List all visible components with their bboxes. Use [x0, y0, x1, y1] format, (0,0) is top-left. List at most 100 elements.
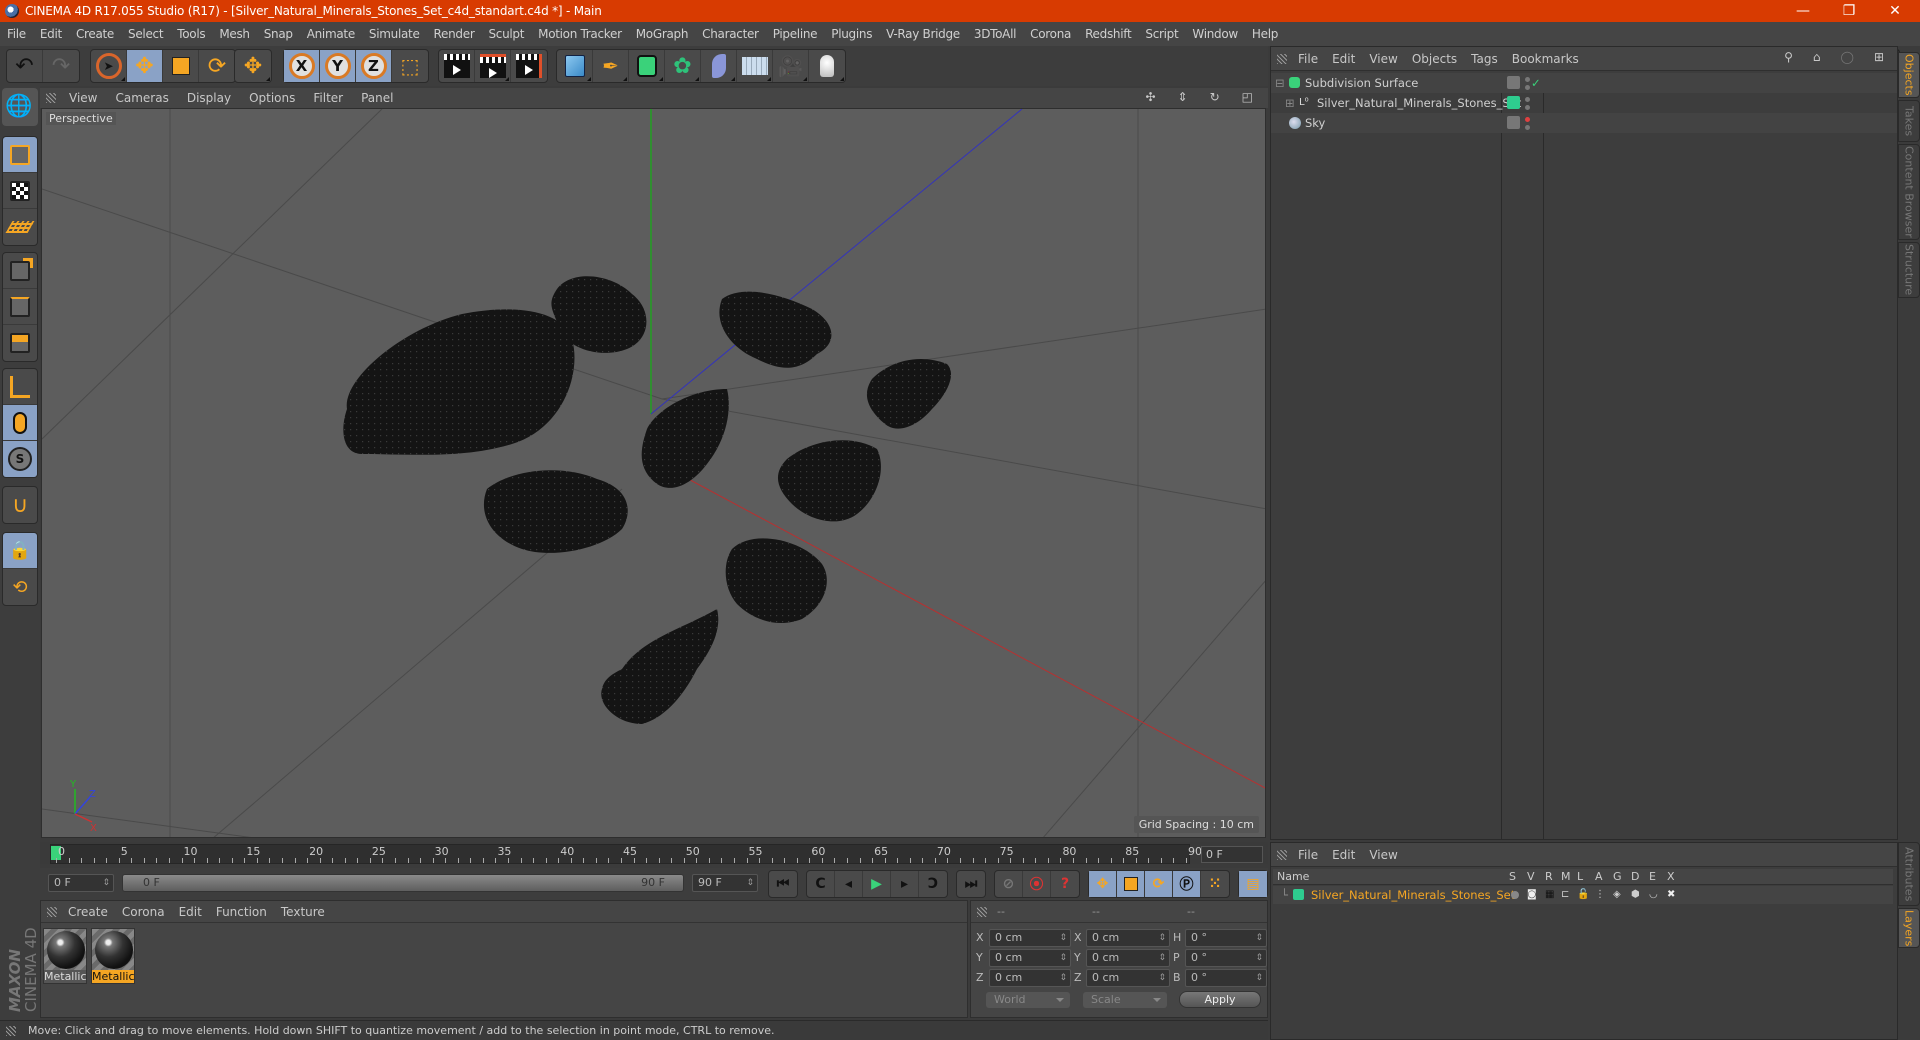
undo-button[interactable]: ↶: [7, 50, 43, 82]
editor-visibility-dot[interactable]: [1525, 117, 1530, 122]
expand-icon[interactable]: ⊟: [1275, 73, 1285, 93]
menu-select[interactable]: Select: [121, 27, 170, 41]
render-clapper-icon[interactable]: ▦: [1545, 886, 1554, 904]
menu-create[interactable]: Create: [69, 27, 121, 41]
parameter-track-button[interactable]: Ⓟ: [1173, 871, 1201, 897]
objects-menu-objects[interactable]: Objects: [1405, 52, 1464, 66]
eye-icon[interactable]: ◯: [1834, 50, 1861, 64]
menu-motion-tracker[interactable]: Motion Tracker: [531, 27, 629, 41]
expression-icon[interactable]: ◡: [1649, 886, 1658, 904]
tab-attributes[interactable]: Attributes: [1898, 842, 1920, 906]
scale-tool-button[interactable]: [163, 50, 199, 82]
xref-icon[interactable]: ✖: [1667, 886, 1675, 904]
cube-button[interactable]: [557, 50, 593, 82]
menu-redshift[interactable]: Redshift: [1078, 27, 1138, 41]
spinner-icon[interactable]: ⇕: [1255, 950, 1263, 966]
spinner-icon[interactable]: ⇕: [1059, 950, 1067, 966]
live-selection-button[interactable]: ➤: [91, 50, 127, 82]
panel-grip-icon[interactable]: [47, 906, 57, 917]
viewport-menu-display[interactable]: Display: [178, 91, 240, 105]
column-expressions[interactable]: E: [1649, 870, 1656, 883]
objects-menu-file[interactable]: File: [1291, 52, 1325, 66]
previous-frame-button[interactable]: ◂: [835, 871, 863, 897]
rotate-view-icon[interactable]: ↻: [1201, 90, 1229, 104]
timeline-window-button[interactable]: ▤: [1239, 871, 1267, 897]
next-frame-button[interactable]: ▸: [891, 871, 919, 897]
y-axis-button[interactable]: Y: [320, 50, 356, 82]
manager-icon[interactable]: ⊏: [1561, 886, 1569, 904]
workplane-mode-button[interactable]: [3, 209, 37, 245]
next-key-button[interactable]: Ↄ: [919, 871, 947, 897]
spinner-icon[interactable]: ⇕: [102, 875, 110, 891]
start-frame-field[interactable]: 0 F ⇕: [48, 874, 114, 892]
viewport-menu-filter[interactable]: Filter: [304, 91, 352, 105]
pos-z-field[interactable]: 0 cm ⇕: [989, 969, 1071, 987]
timeline-ruler[interactable]: 0 5 10 15 20 25 30 35 40 45 50 55 60 65 70 75 80 85 90: [50, 844, 1202, 864]
x-axis-button[interactable]: X: [284, 50, 320, 82]
move-tool-button[interactable]: ✥: [127, 50, 163, 82]
objects-menu-bookmarks[interactable]: Bookmarks: [1505, 52, 1586, 66]
layer-color-tag[interactable]: [1507, 96, 1520, 109]
column-locked[interactable]: L: [1577, 870, 1583, 883]
panel-grip-icon[interactable]: [46, 93, 56, 103]
menu-pipeline[interactable]: Pipeline: [766, 27, 825, 41]
tab-layers[interactable]: Layers: [1898, 908, 1920, 948]
menu-script[interactable]: Script: [1138, 27, 1185, 41]
points-mode-button[interactable]: [3, 253, 37, 289]
light-button[interactable]: [809, 50, 845, 82]
animation-icon[interactable]: ⋮: [1595, 886, 1605, 904]
layers-menu-file[interactable]: File: [1291, 848, 1325, 862]
tab-objects[interactable]: Objects: [1898, 52, 1920, 98]
snap-button[interactable]: S: [3, 441, 37, 477]
subdivision-surface-button[interactable]: [629, 50, 665, 82]
viewport-menu-cameras[interactable]: Cameras: [106, 91, 177, 105]
play-button[interactable]: ▶: [863, 871, 891, 897]
model-mode-button[interactable]: [3, 137, 37, 173]
rot-b-field[interactable]: 0 ° ⇕: [1185, 969, 1267, 987]
spinner-icon[interactable]: ⇕: [1158, 970, 1166, 986]
solo-icon[interactable]: [1511, 891, 1519, 899]
z-axis-button[interactable]: Z: [356, 50, 392, 82]
menu-corona[interactable]: Corona: [1023, 27, 1078, 41]
material-swatch-selected[interactable]: Metallic: [91, 928, 135, 984]
apply-button[interactable]: Apply: [1179, 991, 1261, 1008]
viewport-menu-view[interactable]: View: [60, 91, 106, 105]
expand-icon[interactable]: ⊞: [1285, 93, 1295, 113]
camera-label[interactable]: Perspective: [46, 112, 116, 125]
column-solo[interactable]: S: [1509, 870, 1516, 883]
generator-icon[interactable]: ◈: [1613, 886, 1621, 904]
tweak-mode-button[interactable]: [3, 405, 37, 441]
spinner-icon[interactable]: ⇕: [1158, 950, 1166, 966]
auto-keying-button[interactable]: ⦿: [1023, 871, 1051, 897]
menu-snap[interactable]: Snap: [257, 27, 300, 41]
redo-button[interactable]: ↷: [43, 50, 79, 82]
menu-animate[interactable]: Animate: [300, 27, 362, 41]
size-z-field[interactable]: 0 cm ⇕: [1086, 969, 1170, 987]
record-keys-button[interactable]: ⊘: [995, 871, 1023, 897]
enable-axis-button[interactable]: [3, 369, 37, 405]
make-editable-button[interactable]: 🌐: [2, 88, 36, 124]
panel-grip-icon[interactable]: [1277, 53, 1287, 64]
size-x-field[interactable]: 0 cm ⇕: [1086, 929, 1170, 947]
rot-h-field[interactable]: 0 ° ⇕: [1185, 929, 1267, 947]
magnet-button[interactable]: ∪: [3, 487, 37, 523]
tab-content-browser[interactable]: Content Browser: [1898, 144, 1920, 240]
menu-tools[interactable]: Tools: [170, 27, 212, 41]
object-row[interactable]: ⊞ L⁰ Silver_Natural_Minerals_Stones_Set: [1271, 93, 1897, 113]
point-level-button[interactable]: ⁙: [1201, 871, 1229, 897]
rot-p-field[interactable]: 0 ° ⇕: [1185, 949, 1267, 967]
material-menu-edit[interactable]: Edit: [172, 905, 209, 919]
material-menu-function[interactable]: Function: [209, 905, 274, 919]
pos-y-field[interactable]: 0 cm ⇕: [989, 949, 1071, 967]
frame-range-slider[interactable]: 0 F 90 F: [122, 874, 684, 892]
object-row[interactable]: ⊟ Subdivision Surface ✓: [1271, 73, 1897, 93]
material-menu-texture[interactable]: Texture: [274, 905, 332, 919]
spinner-icon[interactable]: ⇕: [1059, 930, 1067, 946]
objects-menu-edit[interactable]: Edit: [1325, 52, 1362, 66]
column-deformers[interactable]: D: [1631, 870, 1639, 883]
column-animation[interactable]: A: [1595, 870, 1603, 883]
render-picture-viewer-button[interactable]: [475, 50, 511, 82]
go-to-start-button[interactable]: ⏮: [769, 871, 797, 897]
keyframe-selection-button[interactable]: ?: [1051, 871, 1079, 897]
viewport-menu-panel[interactable]: Panel: [352, 91, 402, 105]
